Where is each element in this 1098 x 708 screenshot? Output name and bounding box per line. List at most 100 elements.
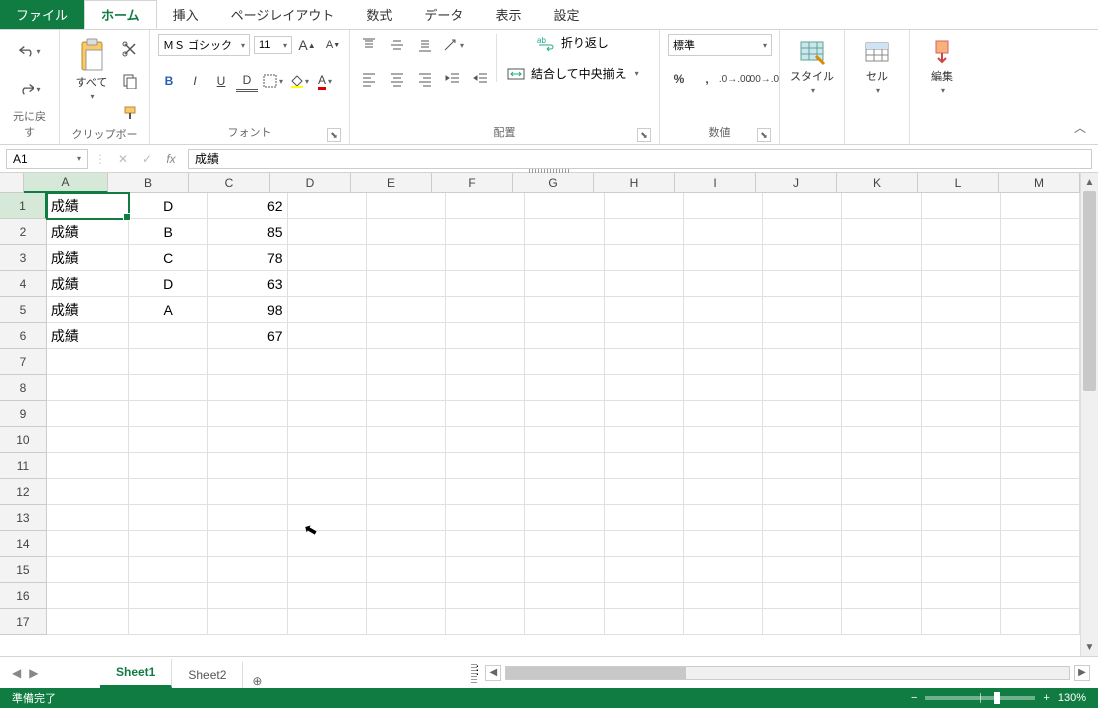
cell-F16[interactable] xyxy=(446,583,525,609)
cell-K15[interactable] xyxy=(842,557,921,583)
cell-D11[interactable] xyxy=(288,453,367,479)
cell-A1[interactable]: 成績 xyxy=(47,193,129,219)
cell-G14[interactable] xyxy=(525,531,604,557)
cell-B5[interactable]: A xyxy=(129,297,208,323)
cell-F8[interactable] xyxy=(446,375,525,401)
cell-J9[interactable] xyxy=(763,401,842,427)
cell-J1[interactable] xyxy=(763,193,842,219)
alignment-launcher[interactable]: ⬊ xyxy=(637,128,651,142)
cell-L16[interactable] xyxy=(922,583,1001,609)
row-header-4[interactable]: 4 xyxy=(0,271,47,297)
cell-E16[interactable] xyxy=(367,583,446,609)
cell-H17[interactable] xyxy=(605,609,684,635)
horizontal-scrollbar[interactable]: ◀ ▶ xyxy=(477,665,1098,681)
cell-L3[interactable] xyxy=(922,245,1001,271)
cell-H11[interactable] xyxy=(605,453,684,479)
align-left-button[interactable] xyxy=(358,68,380,90)
cell-D3[interactable] xyxy=(288,245,367,271)
cell-A13[interactable] xyxy=(47,505,129,531)
cell-I4[interactable] xyxy=(684,271,763,297)
cell-J13[interactable] xyxy=(763,505,842,531)
column-header-I[interactable]: I xyxy=(675,173,756,193)
cell-G11[interactable] xyxy=(525,453,604,479)
cell-K3[interactable] xyxy=(842,245,921,271)
zoom-in-button[interactable]: + xyxy=(1043,692,1049,704)
cell-C11[interactable] xyxy=(208,453,287,479)
cell-D8[interactable] xyxy=(288,375,367,401)
select-all-corner[interactable] xyxy=(0,173,24,193)
row-header-11[interactable]: 11 xyxy=(0,453,47,479)
cell-K12[interactable] xyxy=(842,479,921,505)
cell-D2[interactable] xyxy=(288,219,367,245)
cell-H12[interactable] xyxy=(605,479,684,505)
sheet-nav-prev[interactable]: ◀ xyxy=(12,666,21,680)
cell-B14[interactable] xyxy=(129,531,208,557)
cell-E2[interactable] xyxy=(367,219,446,245)
comma-button[interactable]: , xyxy=(696,68,718,90)
row-header-3[interactable]: 3 xyxy=(0,245,47,271)
cell-L17[interactable] xyxy=(922,609,1001,635)
cell-I8[interactable] xyxy=(684,375,763,401)
font-name-select[interactable]: ＭＳ ゴシック▾ xyxy=(158,34,250,56)
cell-M7[interactable] xyxy=(1001,349,1080,375)
cell-J17[interactable] xyxy=(763,609,842,635)
increase-decimal-button[interactable]: .0→.00 xyxy=(724,68,746,90)
row-header-10[interactable]: 10 xyxy=(0,427,47,453)
cell-L2[interactable] xyxy=(922,219,1001,245)
cell-I13[interactable] xyxy=(684,505,763,531)
style-button[interactable]: スタイル▾ xyxy=(788,34,836,99)
zoom-slider[interactable] xyxy=(925,696,1035,700)
cell-E10[interactable] xyxy=(367,427,446,453)
cell-L6[interactable] xyxy=(922,323,1001,349)
align-middle-button[interactable] xyxy=(386,34,408,56)
bold-button[interactable]: B xyxy=(158,70,180,92)
cell-A7[interactable] xyxy=(47,349,129,375)
cell-B10[interactable] xyxy=(129,427,208,453)
cell-H4[interactable] xyxy=(605,271,684,297)
cell-C8[interactable] xyxy=(208,375,287,401)
row-header-6[interactable]: 6 xyxy=(0,323,47,349)
cell-F15[interactable] xyxy=(446,557,525,583)
italic-button[interactable]: I xyxy=(184,70,206,92)
cell-K1[interactable] xyxy=(842,193,921,219)
cell-C9[interactable] xyxy=(208,401,287,427)
cell-C14[interactable] xyxy=(208,531,287,557)
cell-E13[interactable] xyxy=(367,505,446,531)
cell-L14[interactable] xyxy=(922,531,1001,557)
cell-B1[interactable]: D xyxy=(129,193,208,219)
cell-M14[interactable] xyxy=(1001,531,1080,557)
cell-F12[interactable] xyxy=(446,479,525,505)
row-header-13[interactable]: 13 xyxy=(0,505,47,531)
cell-G9[interactable] xyxy=(525,401,604,427)
sheet-nav-next[interactable]: ▶ xyxy=(29,666,38,680)
column-header-A[interactable]: A xyxy=(24,173,108,193)
tab-file[interactable]: ファイル xyxy=(0,0,84,29)
row-header-7[interactable]: 7 xyxy=(0,349,47,375)
wrap-text-button[interactable]: ab折り返し xyxy=(507,34,639,51)
cell-K17[interactable] xyxy=(842,609,921,635)
cell-H5[interactable] xyxy=(605,297,684,323)
cell-C17[interactable] xyxy=(208,609,287,635)
cell-G13[interactable] xyxy=(525,505,604,531)
underline-button[interactable]: U xyxy=(210,70,232,92)
column-header-J[interactable]: J xyxy=(756,173,837,193)
cell-F9[interactable] xyxy=(446,401,525,427)
cell-J8[interactable] xyxy=(763,375,842,401)
font-launcher[interactable]: ⬊ xyxy=(327,128,341,142)
column-header-D[interactable]: D xyxy=(270,173,351,193)
cell-M9[interactable] xyxy=(1001,401,1080,427)
cell-G8[interactable] xyxy=(525,375,604,401)
cell-H15[interactable] xyxy=(605,557,684,583)
cell-I14[interactable] xyxy=(684,531,763,557)
cell-D17[interactable] xyxy=(288,609,367,635)
cell-I1[interactable] xyxy=(684,193,763,219)
cell-K10[interactable] xyxy=(842,427,921,453)
row-header-8[interactable]: 8 xyxy=(0,375,47,401)
column-header-K[interactable]: K xyxy=(837,173,918,193)
cell-E9[interactable] xyxy=(367,401,446,427)
cell-F4[interactable] xyxy=(446,271,525,297)
cell-B12[interactable] xyxy=(129,479,208,505)
increase-indent-button[interactable] xyxy=(470,68,492,90)
redo-button[interactable]: ▾ xyxy=(19,78,41,100)
align-bottom-button[interactable] xyxy=(414,34,436,56)
